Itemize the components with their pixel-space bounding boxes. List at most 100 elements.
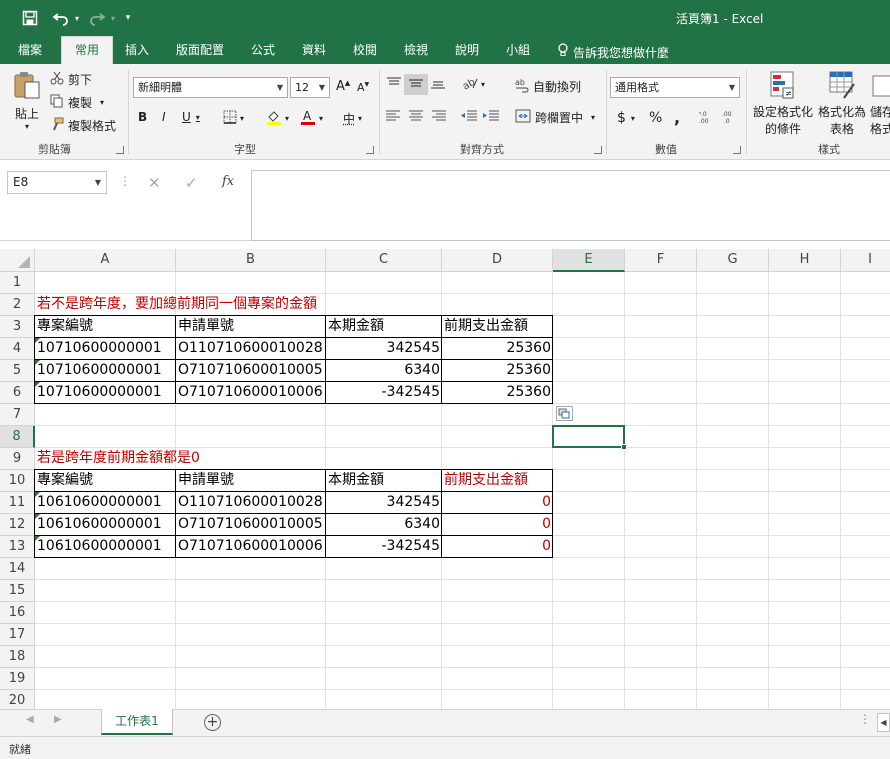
paste-button[interactable]: 貼上 ▾ [10, 70, 44, 131]
currency-button[interactable]: $ ▾ [617, 110, 635, 126]
customize-qat-icon[interactable]: ▾ [122, 8, 134, 28]
tab-home[interactable]: 常用 [61, 36, 114, 64]
underline-button[interactable]: U ▾ [182, 110, 200, 124]
cut-button[interactable]: 剪下 [50, 71, 92, 88]
decrease-indent-button[interactable] [460, 110, 478, 125]
fill-handle[interactable] [621, 444, 627, 450]
column-header-g[interactable]: G [697, 249, 769, 272]
align-bottom-button[interactable] [429, 76, 447, 93]
number-launcher-icon[interactable] [733, 146, 741, 154]
increase-indent-button[interactable] [482, 110, 500, 125]
row-header-20[interactable]: 20 [0, 690, 35, 709]
align-right-button[interactable] [431, 110, 447, 125]
sheet-tab-active[interactable]: 工作表1 [101, 709, 173, 735]
row-header-5[interactable]: 5 [0, 360, 35, 382]
tab-formulas[interactable]: 公式 [251, 41, 275, 64]
redo-icon[interactable] [86, 8, 108, 28]
phonetic-button[interactable]: 中 ▾ [343, 110, 362, 127]
decrease-decimal-button[interactable]: .00.0 [721, 110, 739, 127]
cancel-icon[interactable]: ✕ [148, 174, 161, 192]
row-header-7[interactable]: 7 [0, 404, 35, 426]
row-header-10[interactable]: 10 [0, 470, 35, 492]
row-header-6[interactable]: 6 [0, 382, 35, 404]
row-header-18[interactable]: 18 [0, 646, 35, 668]
formula-input[interactable] [251, 170, 890, 241]
clipboard-launcher-icon[interactable] [116, 146, 124, 154]
tab-team[interactable]: 小組 [506, 41, 530, 64]
select-all-button[interactable] [0, 249, 35, 272]
conditional-formatting-button[interactable]: ≠ 設定格式化 的條件 [752, 70, 814, 137]
format-painter-button[interactable]: 複製格式 [50, 117, 116, 134]
row-header-9[interactable]: 9 [0, 448, 35, 470]
undo-icon[interactable] [50, 8, 72, 28]
column-header-d[interactable]: D [442, 249, 553, 272]
row-header-12[interactable]: 12 [0, 514, 35, 536]
prev-sheet-icon[interactable]: ◀ [26, 714, 34, 725]
tell-me-box[interactable]: 告訴我您想做什麼 [557, 41, 669, 64]
row-header-14[interactable]: 14 [0, 558, 35, 580]
align-left-button[interactable] [385, 110, 401, 125]
font-size-combo[interactable]: 12 ▼ [290, 77, 330, 98]
format-as-table-button[interactable]: 格式化為 表格 [816, 70, 868, 137]
column-header-f[interactable]: F [625, 249, 697, 272]
row-header-4[interactable]: 4 [0, 338, 35, 360]
font-launcher-icon[interactable] [366, 146, 374, 154]
tab-help[interactable]: 說明 [455, 41, 479, 64]
row-header-16[interactable]: 16 [0, 602, 35, 624]
row-header-19[interactable]: 19 [0, 668, 35, 690]
column-header-a[interactable]: A [35, 249, 176, 272]
enter-icon[interactable]: ✓ [185, 174, 198, 192]
tab-insert[interactable]: 插入 [125, 41, 149, 64]
align-middle-button[interactable] [404, 74, 428, 95]
row-header-1[interactable]: 1 [0, 272, 35, 294]
percent-button[interactable]: % [649, 110, 662, 126]
column-header-e[interactable]: E [553, 249, 625, 272]
add-sheet-icon[interactable]: + [204, 714, 221, 731]
scroll-left-icon[interactable]: ◀ [877, 713, 890, 732]
align-center-button[interactable] [408, 110, 424, 125]
borders-button[interactable]: ▾ [223, 110, 244, 127]
tab-review[interactable]: 校閱 [353, 41, 377, 64]
fill-color-button[interactable]: ▾ [266, 109, 289, 128]
redo-dropdown-icon[interactable]: ▾ [108, 8, 118, 28]
alignment-launcher-icon[interactable] [594, 146, 602, 154]
copy-button[interactable]: 複製 ▾ [50, 94, 104, 111]
row-header-3[interactable]: 3 [0, 316, 35, 338]
grow-font-button[interactable]: A ▲ [336, 79, 350, 94]
save-icon[interactable] [20, 8, 40, 28]
row-header-15[interactable]: 15 [0, 580, 35, 602]
undo-dropdown-icon[interactable]: ▾ [72, 8, 82, 28]
font-color-button[interactable]: A ▾ [300, 109, 323, 128]
tab-view[interactable]: 檢視 [404, 41, 428, 64]
tab-split-handle-icon[interactable]: ⋮ [859, 712, 871, 726]
cell-styles-button[interactable]: 儲存 格式 [870, 70, 890, 137]
row-header-17[interactable]: 17 [0, 624, 35, 646]
column-header-i[interactable]: I [841, 249, 890, 272]
row-header-8[interactable]: 8 [0, 426, 35, 448]
column-header-b[interactable]: B [176, 249, 326, 272]
worksheet-grid[interactable]: A B C D E F G H I 1 2 3 4 5 6 7 8 9 10 11 12 13 14 15 16 17 18 19 20… [0, 249, 890, 709]
tab-file[interactable]: 檔案 [18, 41, 42, 64]
paste-options-icon[interactable] [556, 406, 573, 421]
row-header-13[interactable]: 13 [0, 536, 35, 558]
tab-data[interactable]: 資料 [302, 41, 326, 64]
row-header-11[interactable]: 11 [0, 492, 35, 514]
tab-page-layout[interactable]: 版面配置 [176, 41, 224, 64]
merge-center-button[interactable]: 跨欄置中 ▾ [515, 109, 595, 126]
increase-decimal-button[interactable]: .0.00 [698, 110, 716, 127]
insert-function-button[interactable]: fx [222, 174, 234, 189]
column-header-h[interactable]: H [769, 249, 841, 272]
italic-button[interactable]: I [162, 110, 166, 124]
wrap-text-button[interactable]: ab 自動換列 [515, 77, 581, 96]
name-box[interactable]: E8 ▼ [7, 171, 107, 194]
bold-button[interactable]: B [138, 110, 147, 124]
comma-button[interactable]: , [674, 108, 680, 127]
active-cell-selection[interactable] [552, 425, 625, 448]
next-sheet-icon[interactable]: ▶ [54, 714, 62, 725]
font-name-combo[interactable]: 新細明體 ▼ [133, 77, 288, 98]
orientation-button[interactable]: ab ▾ [461, 75, 485, 94]
align-top-button[interactable] [385, 76, 403, 93]
number-format-combo[interactable]: 通用格式 ▼ [610, 77, 740, 98]
column-header-c[interactable]: C [326, 249, 442, 272]
row-header-2[interactable]: 2 [0, 294, 35, 316]
